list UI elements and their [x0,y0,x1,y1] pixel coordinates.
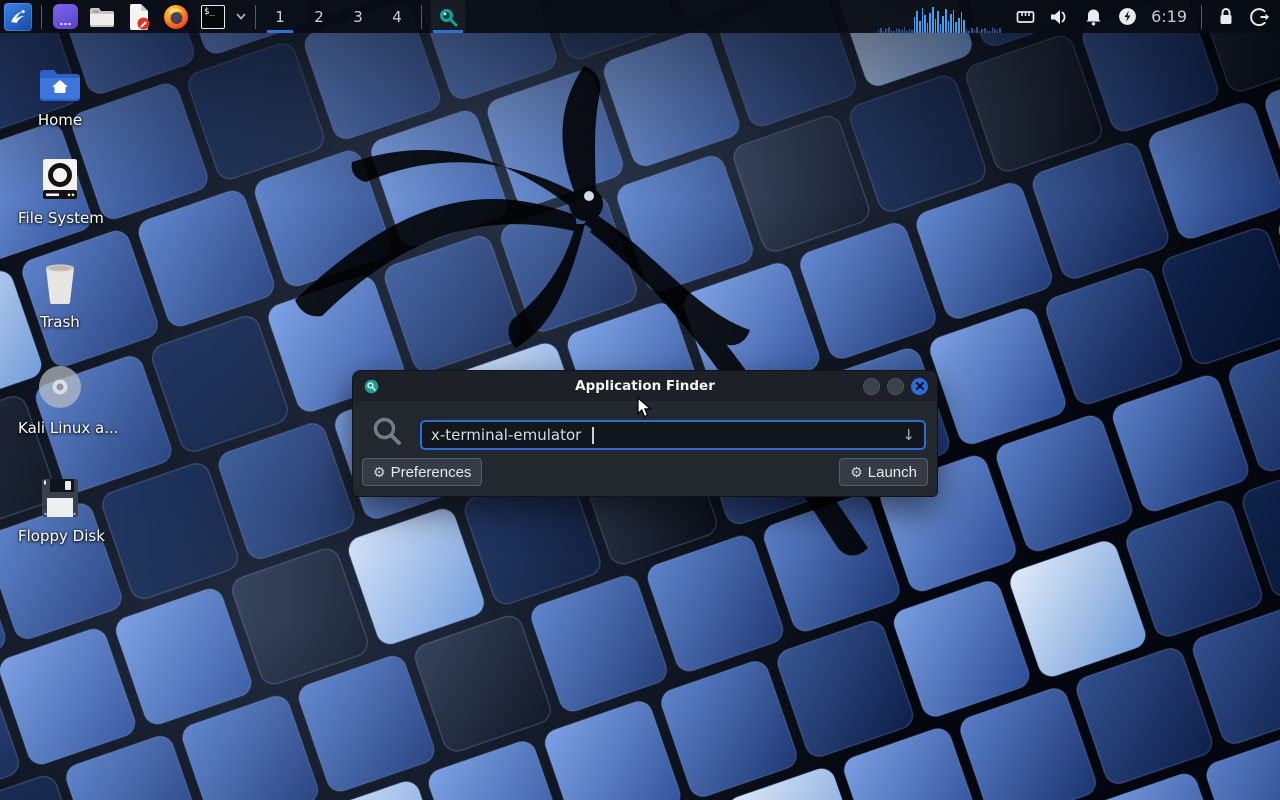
cpu-graph[interactable] [878,4,1002,33]
home-folder-icon [18,56,102,102]
text-editor-icon [127,4,151,30]
panel-separator [1201,5,1202,29]
desktop-icon-file-system[interactable]: File System [18,154,102,227]
trash-icon [18,258,102,304]
application-finder-window: Application Finder x-terminal-emulator ↓… [352,370,938,497]
desktop-icon-label: Home [18,111,102,129]
firefox-icon [163,4,189,30]
logout-button[interactable] [1250,5,1270,29]
file-system-drive-icon [18,154,102,200]
lock-screen-button[interactable] [1216,5,1236,29]
desktop-icon-kali-cd[interactable]: Kali Linux a... [18,364,102,437]
workspace-2[interactable]: 2 [304,0,334,33]
launch-button[interactable]: ⚙ Launch [839,458,928,486]
workspace-4[interactable]: 4 [382,0,412,33]
desktop-icon-home[interactable]: Home [18,56,102,129]
floppy-disk-icon [18,472,102,518]
workspace-3[interactable]: 3 [343,0,373,33]
desktop-icon-label: Floppy Disk [18,527,102,545]
file-manager-icon [89,6,115,28]
terminal-dropdown-chevron[interactable] [236,12,246,22]
launch-button-label: Launch [868,464,917,481]
top-panel: $_ 1 2 3 4 [0,0,1280,33]
tasklist-application-finder[interactable] [431,0,465,33]
kali-dragon-icon [8,7,28,27]
launcher-terminal[interactable]: $_ [199,3,227,31]
search-input[interactable]: x-terminal-emulator ↓ [420,420,926,450]
clock[interactable]: 6:19 [1151,7,1187,26]
network-tray-item[interactable] [1015,5,1035,29]
desktop-icon-trash[interactable]: Trash [18,258,102,331]
power-manager-tray-item[interactable] [1117,5,1137,29]
close-button[interactable] [911,378,928,395]
close-icon [916,382,924,390]
app-finder-task-icon [438,7,458,27]
panel-separator [421,5,422,29]
volume-icon [1049,8,1069,26]
window-title: Application Finder [353,378,937,394]
network-icon [1016,9,1035,25]
volume-tray-item[interactable] [1049,5,1069,29]
search-icon [372,416,402,446]
launch-icon: ⚙ [850,465,863,479]
desktop-icon-floppy[interactable]: Floppy Disk [18,472,102,545]
window-app-icon [53,4,78,29]
launcher-window-app[interactable] [51,3,79,31]
preferences-button-label: Preferences [391,464,472,481]
logout-icon [1250,7,1270,27]
notification-tray-item[interactable] [1083,5,1103,29]
text-caret [592,427,594,444]
desktop-icon-label: Kali Linux a... [18,419,102,437]
lock-icon [1218,7,1234,26]
search-input-value: x-terminal-emulator [431,426,581,444]
workspace-1[interactable]: 1 [265,0,295,33]
titlebar[interactable]: Application Finder [353,371,937,401]
app-finder-window-icon [364,379,379,394]
desktop-icon-label: Trash [18,313,102,331]
launcher-firefox[interactable] [162,3,190,31]
launcher-file-manager[interactable] [88,3,116,31]
cd-disc-icon [18,364,102,410]
launcher-text-editor[interactable] [125,3,153,31]
gear-icon: ⚙ [373,465,386,479]
applications-menu-button[interactable] [4,3,32,31]
terminal-icon: $_ [201,5,225,29]
desktop-icon-label: File System [18,209,102,227]
panel-separator [41,5,42,29]
dropdown-arrow-icon[interactable]: ↓ [902,426,915,444]
preferences-button[interactable]: ⚙ Preferences [362,458,482,486]
power-icon [1118,7,1137,26]
maximize-button[interactable] [887,378,904,395]
panel-separator [255,5,256,29]
notification-bell-icon [1085,8,1102,26]
minimize-button[interactable] [863,378,880,395]
